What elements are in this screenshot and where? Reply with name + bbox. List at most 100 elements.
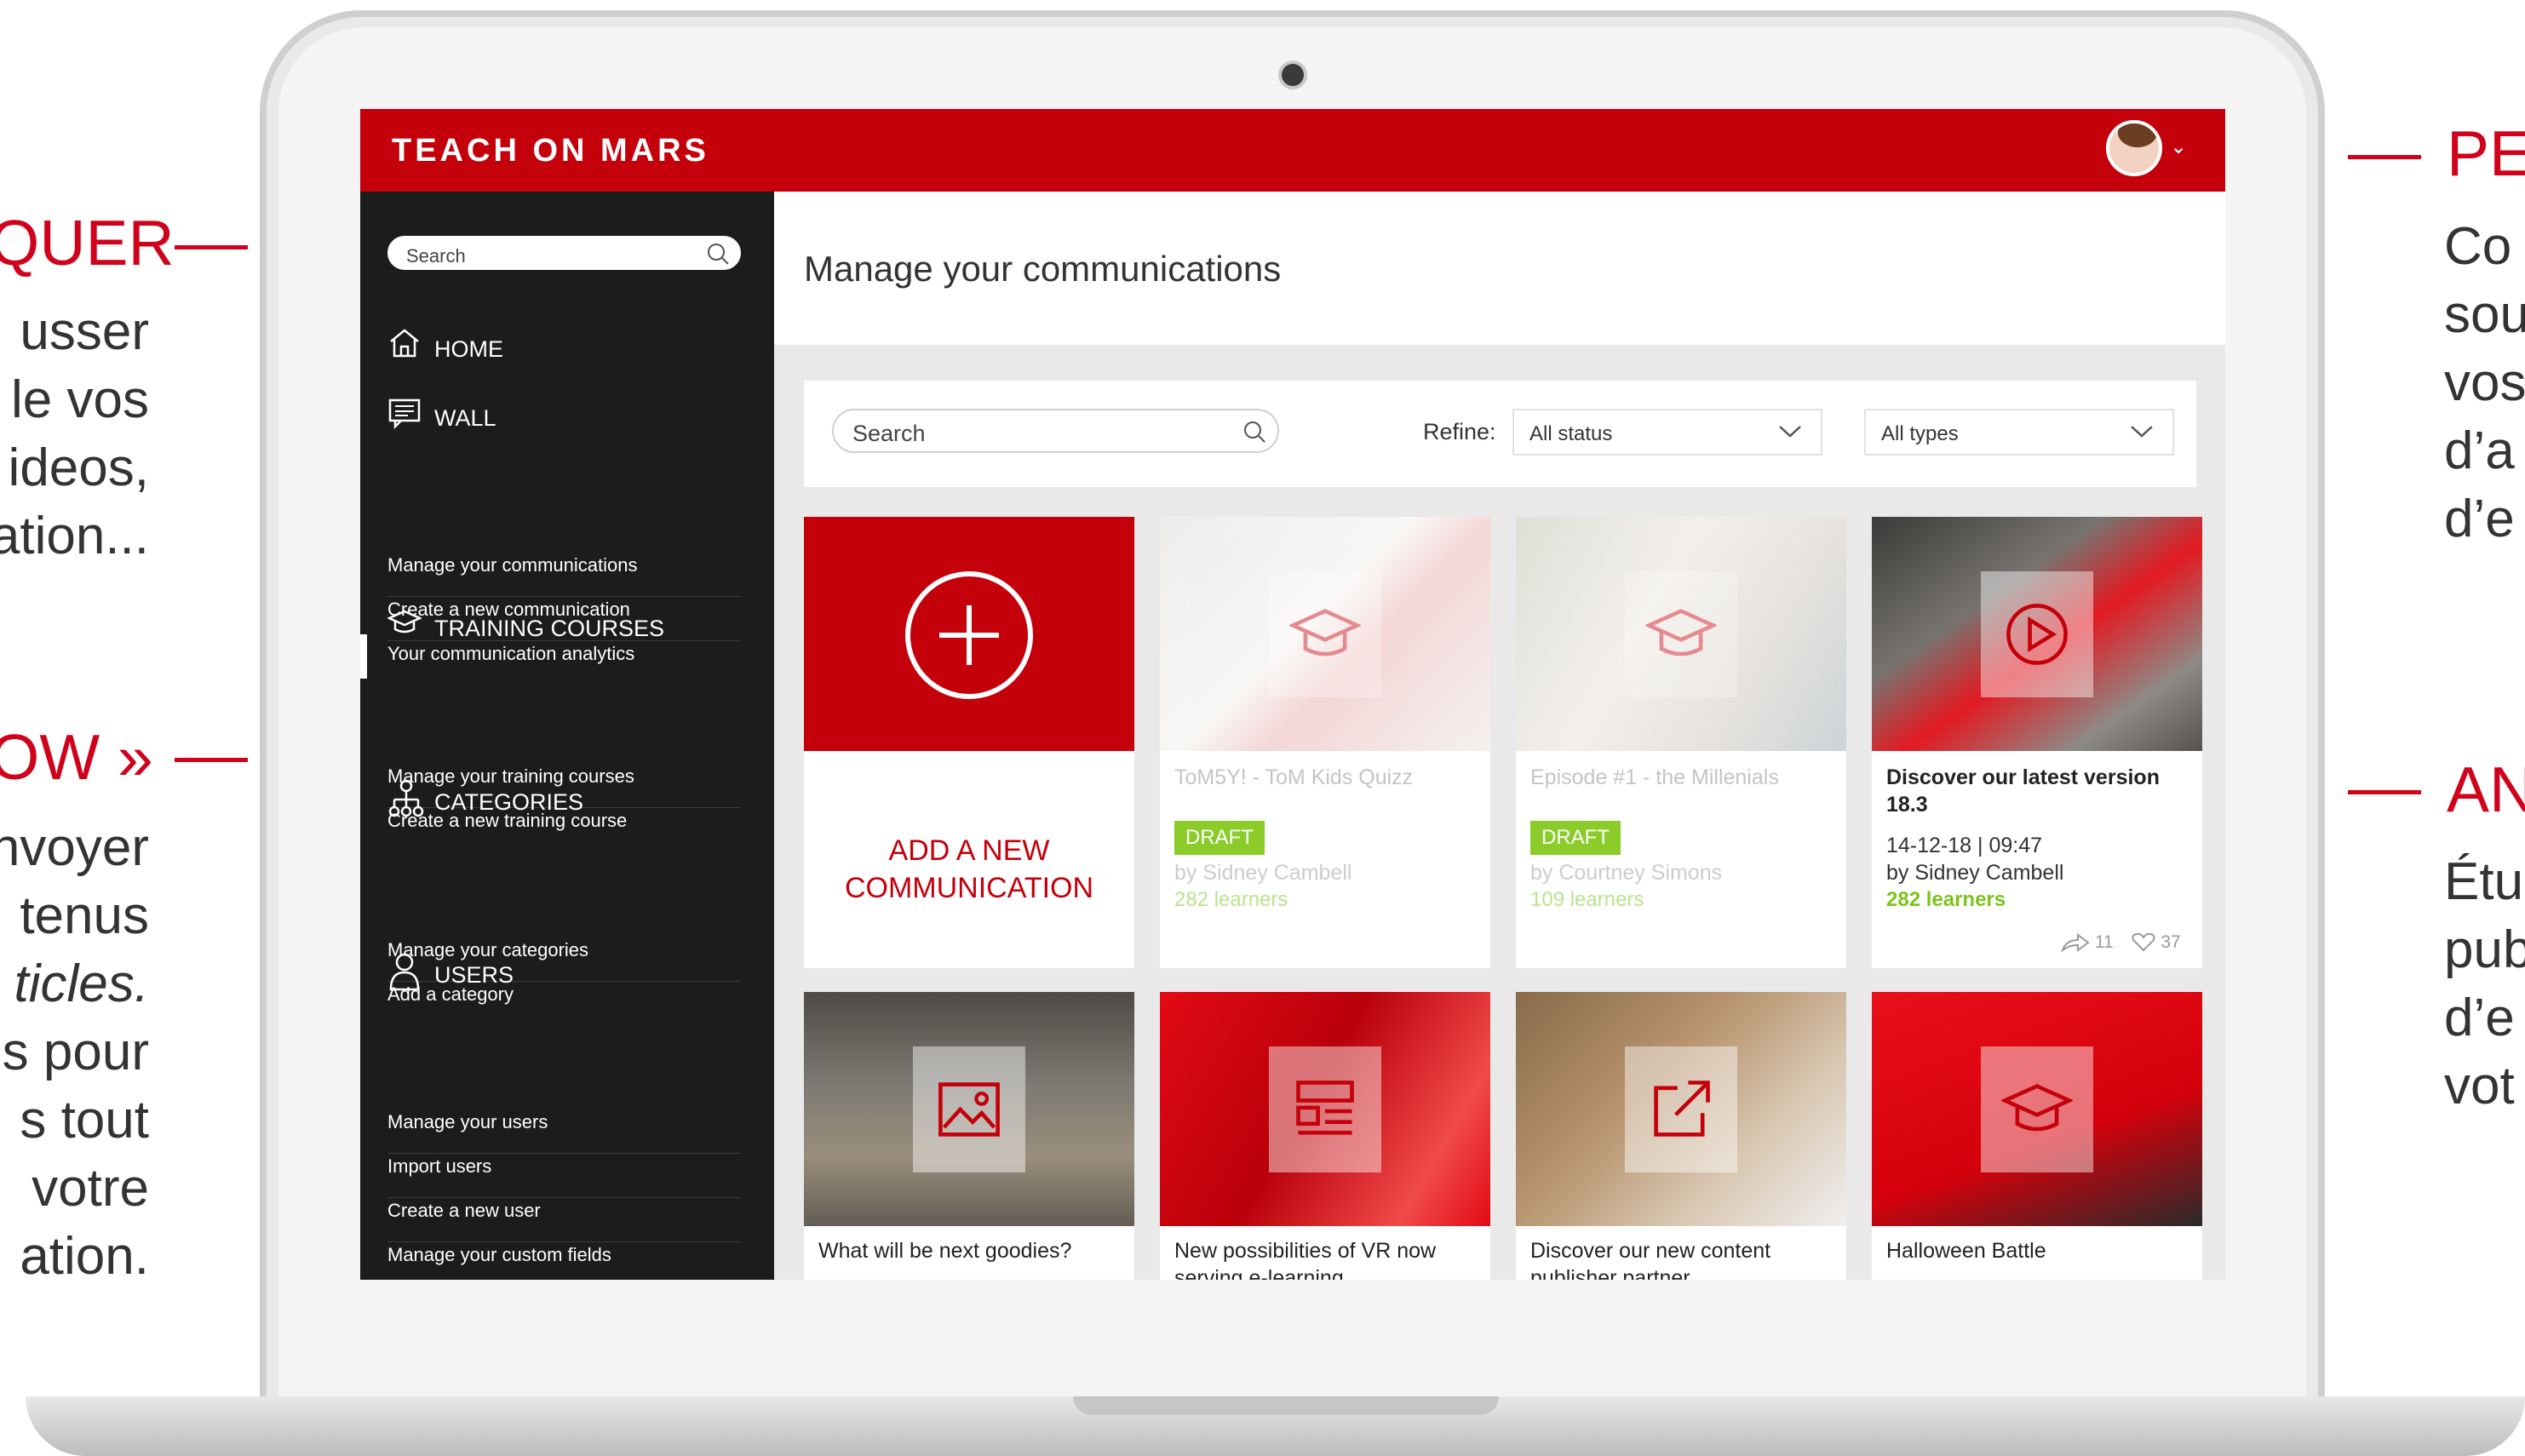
sidebar-section-label: TRAINING COURSES [434, 616, 665, 641]
app-screen: TEACH ON MARS ⌄ Search HOME WALL Manage … [360, 109, 2225, 1280]
card-type-icon [1981, 571, 2093, 697]
caption-line: nvoyer [0, 818, 149, 877]
card-type-icon [1625, 571, 1737, 697]
caption-heading: QUER [0, 207, 175, 278]
sidebar-search-input[interactable]: Search [387, 236, 741, 270]
chevron-down-icon [1779, 426, 1801, 438]
type-select[interactable]: All types [1864, 409, 2174, 456]
sidebar-section-label: WALL [434, 405, 496, 431]
plus-circle-icon [905, 571, 1033, 699]
card-title: Discover our new content publisher partn… [1530, 1239, 1771, 1280]
card-thumbnail [1516, 992, 1846, 1226]
camera-icon [1282, 64, 1304, 86]
like-count: 37 [2161, 932, 2181, 952]
caption-rule [2348, 790, 2421, 794]
user-icon [389, 953, 420, 991]
image-icon [938, 1082, 1000, 1137]
wall-icon [388, 398, 421, 429]
share-icon [2060, 933, 2090, 954]
sidebar-item-create-user[interactable]: Create a new user [387, 1198, 741, 1242]
communication-card[interactable]: Halloween Battle [1872, 992, 2202, 1280]
card-title: What will be next goodies? [818, 1239, 1072, 1263]
top-bar: TEACH ON MARS ⌄ [360, 109, 2225, 192]
card-thumbnail [1160, 517, 1490, 751]
sidebar-section-label: CATEGORIES [434, 789, 584, 815]
add-card-banner [804, 517, 1134, 751]
caption-line: tenus [20, 886, 149, 945]
article-icon [1296, 1081, 1354, 1135]
communication-card[interactable]: Discover our latest version 18.3 14-12-1… [1872, 517, 2202, 968]
page-title: Manage your communications [804, 249, 1282, 289]
card-title: Halloween Battle [1886, 1239, 2046, 1263]
filter-bar: Search Refine: All status All types [804, 381, 2196, 487]
graduation-cap-icon [1645, 609, 1717, 656]
sidebar-section-label: HOME [434, 336, 503, 362]
card-type-icon [1981, 1046, 2093, 1172]
card-title: Discover our latest version 18.3 [1886, 765, 2160, 817]
user-avatar[interactable] [2106, 120, 2162, 176]
graduation-cap-icon [387, 610, 422, 633]
add-card-label-line: COMMUNICATION [844, 872, 1094, 904]
active-item-indicator [360, 634, 367, 679]
caption-line: pub [2444, 920, 2525, 979]
communication-card[interactable]: ToM5Y! - ToM Kids Quizz DRAFT by Sidney … [1160, 517, 1490, 968]
add-card-label-line: ADD A NEW [888, 834, 1050, 867]
sidebar-item-communication-analytics[interactable]: Your communication analytics [387, 641, 741, 685]
caption-rule [175, 245, 248, 249]
caption-line: le vos [11, 370, 149, 429]
communication-card[interactable]: Discover our new content publisher partn… [1516, 992, 1846, 1280]
search-input[interactable]: Search [832, 409, 1279, 453]
categories-icon [388, 779, 424, 817]
laptop-base-notch [1073, 1396, 1499, 1415]
card-title: Episode #1 - the Millenials [1530, 765, 1779, 789]
chevron-down-icon[interactable]: ⌄ [2170, 135, 2187, 159]
sidebar-item-custom-fields[interactable]: Manage your custom fields [387, 1242, 741, 1280]
card-thumbnail [1872, 517, 2202, 751]
caption-line: votre [32, 1159, 149, 1218]
card-author: by Sidney Cambell [1174, 861, 1352, 885]
caption-line: vot [2444, 1057, 2515, 1115]
page-header: Manage your communications [774, 192, 2225, 345]
card-title: ToM5Y! - ToM Kids Quizz [1174, 765, 1414, 789]
caption-heading: AN [2447, 754, 2525, 825]
share-count: 11 [2094, 932, 2114, 952]
communication-card[interactable]: Episode #1 - the Millenials DRAFT by Cou… [1516, 517, 1846, 968]
sidebar-item-import-users[interactable]: Import users [387, 1154, 741, 1198]
card-title: New possibilities of VR now serving e-le… [1174, 1239, 1437, 1280]
add-communication-card[interactable]: ADD A NEW COMMUNICATION [804, 517, 1134, 968]
refine-label: Refine: [1423, 419, 1496, 444]
card-type-icon [1625, 1046, 1737, 1172]
type-select-value: All types [1881, 422, 1959, 445]
card-thumbnail [1160, 992, 1490, 1226]
card-thumbnail [1516, 517, 1846, 751]
external-link-icon [1654, 1081, 1710, 1137]
sidebar-item-manage-communications[interactable]: Manage your communications [387, 553, 741, 597]
app-logo[interactable]: TEACH ON MARS [392, 133, 709, 169]
graduation-cap-icon [1289, 609, 1361, 656]
card-learners: 109 learners [1530, 888, 1644, 911]
sidebar-item-manage-users[interactable]: Manage your users [387, 1109, 741, 1154]
caption-line: ation. [20, 1227, 149, 1286]
caption-line: ticles. [14, 954, 149, 1013]
communication-card[interactable]: What will be next goodies? [804, 992, 1134, 1280]
card-date: 14-12-18 | 09:47 [1886, 834, 2043, 857]
caption-rule [2348, 155, 2421, 159]
caption-line: d’e [2444, 490, 2515, 548]
caption-line: ideos, [8, 439, 149, 497]
caption-rule [175, 758, 248, 762]
draft-badge: DRAFT [1530, 821, 1621, 855]
search-icon [708, 244, 729, 265]
play-icon [2006, 604, 2068, 665]
caption-line: ation... [0, 507, 149, 565]
graduation-cap-icon [2001, 1084, 2073, 1132]
caption-heading: OW » [0, 721, 153, 793]
status-select[interactable]: All status [1512, 409, 1822, 456]
sidebar-section-label: USERS [434, 962, 514, 988]
card-author: by Courtney Simons [1530, 861, 1723, 885]
caption-line: Co [2444, 217, 2512, 276]
chevron-down-icon [2131, 426, 2153, 438]
sidebar: Search HOME WALL Manage your communicati… [360, 192, 774, 1280]
caption-line: Étu [2444, 852, 2524, 911]
card-type-icon [913, 1046, 1025, 1172]
communication-card[interactable]: New possibilities of VR now serving e-le… [1160, 992, 1490, 1280]
